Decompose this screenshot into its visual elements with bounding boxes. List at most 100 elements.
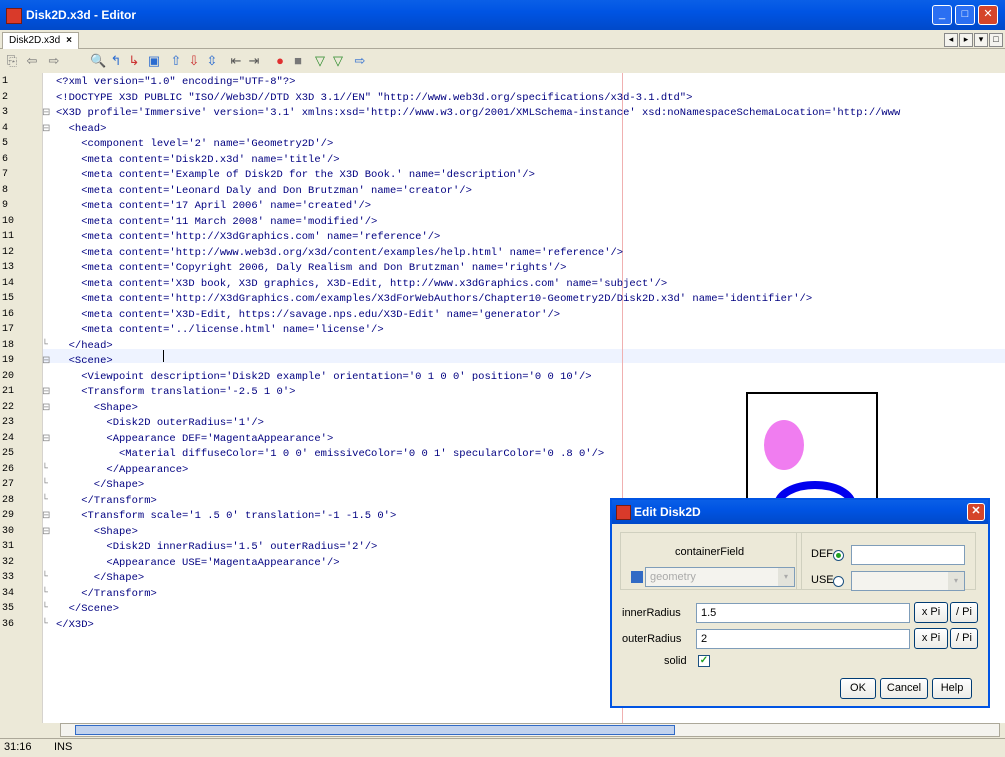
minimize-button[interactable]: _ — [932, 5, 952, 25]
next-bookmark-icon[interactable]: ⇩ — [186, 53, 202, 69]
outer-radius-div-pi-button[interactable]: / Pi — [950, 628, 978, 649]
code-line[interactable]: <Shape> — [56, 402, 138, 414]
code-line[interactable]: <meta content='http://www.web3d.org/x3d/… — [56, 247, 623, 259]
next-error-icon[interactable]: ▽ — [330, 53, 346, 69]
code-line[interactable]: <X3D profile='Immersive' version='3.1' x… — [56, 107, 900, 119]
tab-close-icon[interactable]: × — [66, 35, 72, 46]
back-icon[interactable]: ⇦ — [24, 53, 40, 69]
doc-icon[interactable]: ⎘ — [4, 53, 20, 69]
dialog-close-button[interactable]: ✕ — [967, 503, 985, 521]
inner-radius-input[interactable]: 1.5 — [696, 603, 910, 623]
fold-marker-icon[interactable]: ⊟ — [42, 107, 52, 119]
container-field-combo[interactable]: geometry ▾ — [645, 567, 795, 587]
fold-marker-icon[interactable]: └ — [42, 572, 52, 583]
find-prev-icon[interactable]: ↰ — [108, 53, 124, 69]
ok-button[interactable]: OK — [840, 678, 876, 699]
restore-window-icon[interactable]: □ — [989, 33, 1003, 47]
shift-right-icon[interactable]: ⇥ — [246, 53, 262, 69]
code-line[interactable]: <Disk2D innerRadius='1.5' outerRadius='2… — [56, 541, 377, 553]
code-line[interactable]: <Material diffuseColor='1 0 0' emissiveC… — [56, 448, 604, 460]
outer-radius-label: outerRadius — [622, 633, 682, 645]
code-line[interactable]: <Scene> — [56, 355, 113, 367]
code-line[interactable]: <Shape> — [56, 526, 138, 538]
code-line[interactable]: <component level='2' name='Geometry2D'/> — [56, 138, 333, 150]
code-line[interactable]: </Appearance> — [56, 464, 188, 476]
code-line[interactable]: </Scene> — [56, 603, 119, 615]
fold-marker-icon[interactable]: └ — [42, 495, 52, 506]
prev-bookmark-icon[interactable]: ⇧ — [168, 53, 184, 69]
code-line[interactable]: </X3D> — [56, 619, 94, 631]
inner-radius-div-pi-button[interactable]: / Pi — [950, 602, 978, 623]
fold-marker-icon[interactable]: ⊟ — [42, 526, 52, 538]
tab-list-icon[interactable]: ▾ — [974, 33, 988, 47]
solid-checkbox[interactable]: ✓ — [698, 655, 710, 667]
fold-marker-icon[interactable]: └ — [42, 603, 52, 614]
code-line[interactable]: </Transform> — [56, 588, 157, 600]
horizontal-scrollbar[interactable] — [60, 723, 1000, 737]
def-input[interactable] — [851, 545, 965, 565]
code-line[interactable]: <meta content='Example of Disk2D for the… — [56, 169, 535, 181]
fold-marker-icon[interactable]: └ — [42, 619, 52, 630]
tab-scroll-left-icon[interactable]: ◂ — [944, 33, 958, 47]
fold-marker-icon[interactable]: ⊟ — [42, 123, 52, 135]
shift-left-icon[interactable]: ⇤ — [228, 53, 244, 69]
prev-error-icon[interactable]: ▽ — [312, 53, 328, 69]
def-radio[interactable] — [833, 550, 844, 561]
inner-radius-times-pi-button[interactable]: x Pi — [914, 602, 948, 623]
chevron-down-icon[interactable]: ▾ — [948, 572, 964, 590]
code-line[interactable]: <head> — [56, 123, 107, 135]
maximize-button[interactable]: □ — [955, 5, 975, 25]
toggle-highlight-icon[interactable]: ▣ — [146, 53, 162, 69]
code-line[interactable]: <meta content='http://X3dGraphics.com' n… — [56, 231, 440, 243]
help-button[interactable]: Help — [932, 678, 972, 699]
fold-marker-icon[interactable]: ⊟ — [42, 386, 52, 398]
code-line[interactable]: <Appearance USE='MagentaAppearance'/> — [56, 557, 339, 569]
fold-marker-icon[interactable]: └ — [42, 479, 52, 490]
fold-marker-icon[interactable]: └ — [42, 464, 52, 475]
code-line[interactable]: <Appearance DEF='MagentaAppearance'> — [56, 433, 333, 445]
stop-macro-icon[interactable]: ■ — [290, 53, 306, 69]
code-line[interactable]: </Transform> — [56, 495, 157, 507]
tab-scroll-right-icon[interactable]: ▸ — [959, 33, 973, 47]
chevron-down-icon[interactable]: ▾ — [778, 568, 794, 586]
code-line[interactable]: <meta content='X3D-Edit, https://savage.… — [56, 309, 560, 321]
find-icon[interactable]: 🔍 — [90, 53, 106, 69]
fold-marker-icon[interactable]: ⊟ — [42, 510, 52, 522]
fold-marker-icon[interactable]: ⊟ — [42, 433, 52, 445]
find-next-icon[interactable]: ↳ — [126, 53, 142, 69]
fold-marker-icon[interactable]: ⊟ — [42, 355, 52, 367]
close-button[interactable]: ✕ — [978, 5, 998, 25]
fold-marker-icon[interactable]: └ — [42, 588, 52, 599]
outer-radius-input[interactable]: 2 — [696, 629, 910, 649]
code-line[interactable]: <meta content='../license.html' name='li… — [56, 324, 383, 336]
code-line[interactable]: </Shape> — [56, 479, 144, 491]
code-line[interactable]: <!DOCTYPE X3D PUBLIC "ISO//Web3D//DTD X3… — [56, 92, 692, 104]
use-radio[interactable] — [833, 576, 844, 587]
code-line[interactable]: <meta content='Copyright 2006, Daly Real… — [56, 262, 566, 274]
outer-radius-times-pi-button[interactable]: x Pi — [914, 628, 948, 649]
code-line[interactable]: <Transform translation='-2.5 1 0'> — [56, 386, 295, 398]
fold-marker-icon[interactable]: └ — [42, 340, 52, 351]
code-line[interactable]: <meta content='11 March 2008' name='modi… — [56, 216, 377, 228]
scrollbar-thumb[interactable] — [75, 725, 675, 735]
forward-icon[interactable]: ⇨ — [46, 53, 62, 69]
fold-marker-icon[interactable]: ⊟ — [42, 402, 52, 414]
code-line[interactable]: <meta content='X3D book, X3D graphics, X… — [56, 278, 667, 290]
container-field-checkbox[interactable] — [631, 571, 643, 583]
code-line[interactable]: <meta content='Leonard Daly and Don Brut… — [56, 185, 472, 197]
code-line[interactable]: <?xml version="1.0" encoding="UTF-8"?> — [56, 76, 295, 88]
code-line[interactable]: <Disk2D outerRadius='1'/> — [56, 417, 264, 429]
code-line[interactable]: </head> — [56, 340, 113, 352]
code-line[interactable]: <Viewpoint description='Disk2D example' … — [56, 371, 591, 383]
code-line[interactable]: <meta content='http://X3dGraphics.com/ex… — [56, 293, 812, 305]
record-macro-icon[interactable]: ● — [272, 53, 288, 69]
code-line[interactable]: </Shape> — [56, 572, 144, 584]
tab-disk2d[interactable]: Disk2D.x3d × — [2, 32, 79, 49]
use-combo[interactable]: ▾ — [851, 571, 965, 591]
code-line[interactable]: <meta content='17 April 2006' name='crea… — [56, 200, 371, 212]
code-line[interactable]: <Transform scale='1 .5 0' translation='-… — [56, 510, 396, 522]
insert-icon[interactable]: ⇨ — [352, 53, 368, 69]
cancel-button[interactable]: Cancel — [880, 678, 928, 699]
toggle-bookmark-icon[interactable]: ⇳ — [204, 53, 220, 69]
code-line[interactable]: <meta content='Disk2D.x3d' name='title'/… — [56, 154, 339, 166]
